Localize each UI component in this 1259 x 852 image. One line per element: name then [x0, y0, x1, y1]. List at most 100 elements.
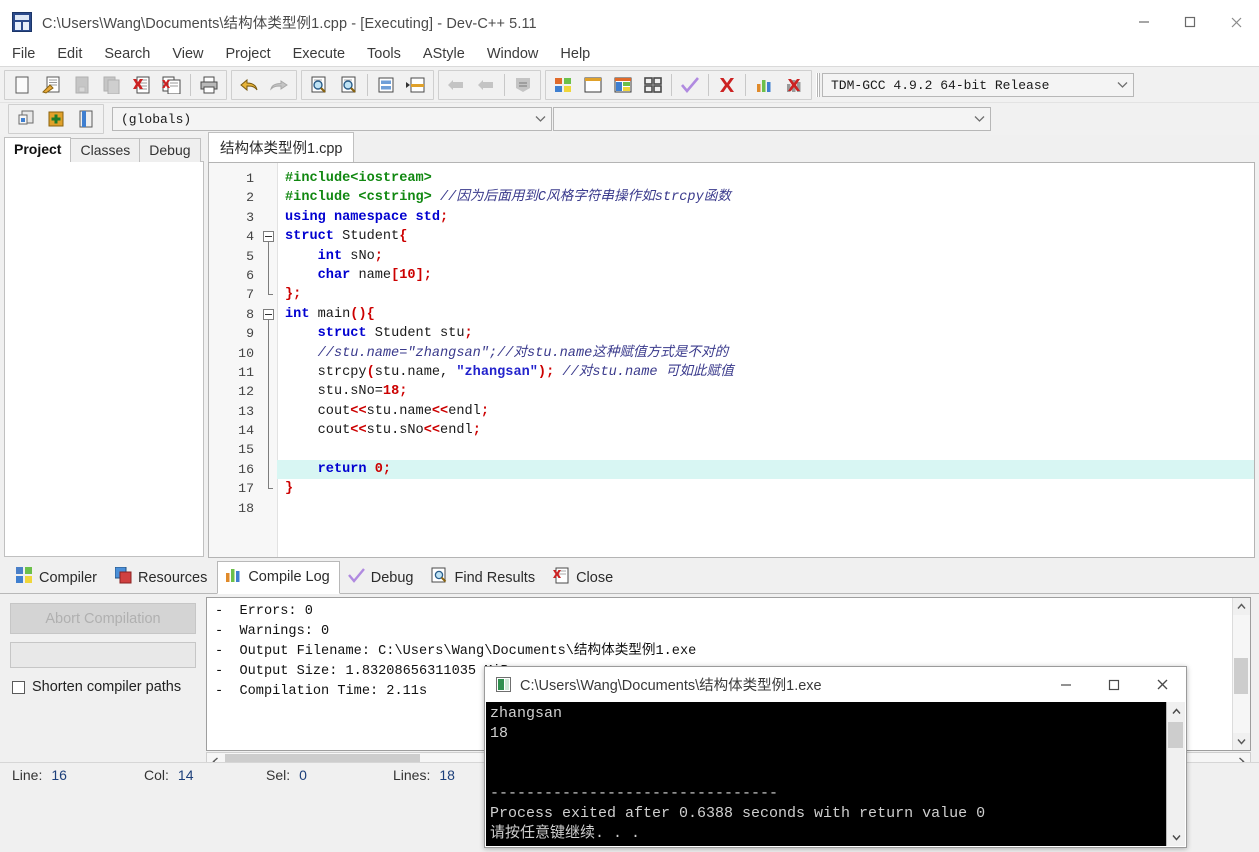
minimize-icon[interactable]: [1121, 0, 1167, 44]
compiler-select[interactable]: TDM-GCC 4.9.2 64-bit Release: [822, 73, 1134, 97]
compile-run-icon[interactable]: [608, 72, 638, 98]
menu-edit[interactable]: Edit: [47, 44, 92, 64]
code-text-area[interactable]: #include<iostream> #include <cstring> //因…: [277, 163, 1254, 557]
shorten-paths-checkbox[interactable]: [12, 680, 25, 694]
tab-resources[interactable]: Resources: [107, 562, 217, 594]
syntax-check-icon[interactable]: [675, 72, 705, 98]
code-line[interactable]: strcpy(stu.name, "zhangsan"); //对stu.nam…: [277, 363, 1254, 382]
close-all-icon[interactable]: [157, 72, 187, 98]
goto-line-icon[interactable]: [371, 72, 401, 98]
code-token: }: [285, 481, 294, 497]
menu-view[interactable]: View: [162, 44, 213, 64]
editor-tab-file[interactable]: 结构体类型例1.cpp: [208, 132, 355, 163]
code-token: <<: [423, 423, 441, 439]
open-file-icon[interactable]: [37, 72, 67, 98]
close-icon[interactable]: [1213, 0, 1259, 44]
menu-help[interactable]: Help: [550, 44, 600, 64]
code-line[interactable]: cout<<stu.name<<endl;: [277, 402, 1254, 421]
code-line[interactable]: return 0;: [277, 459, 1254, 480]
compile-icon[interactable]: [548, 72, 578, 98]
code-line[interactable]: #include <cstring> //因为后面用到C风格字符串操作如strc…: [277, 188, 1254, 207]
code-line[interactable]: //stu.name="zhangsan";//对stu.name这种赋值方式是…: [277, 344, 1254, 363]
class-select[interactable]: [553, 107, 991, 131]
console-window[interactable]: C:\Users\Wang\Documents\结构体类型例1.exe zhan…: [484, 666, 1187, 848]
stop-execution-icon[interactable]: [712, 72, 742, 98]
code-line[interactable]: int sNo;: [277, 247, 1254, 266]
code-line[interactable]: }: [277, 479, 1254, 498]
code-line[interactable]: };: [277, 285, 1254, 304]
goto-icon[interactable]: [71, 106, 101, 132]
menu-window[interactable]: Window: [477, 44, 549, 64]
menu-search[interactable]: Search: [94, 44, 160, 64]
tab-classes[interactable]: Classes: [70, 138, 141, 162]
code-line[interactable]: [277, 440, 1254, 459]
menu-execute[interactable]: Execute: [283, 44, 355, 64]
undo-icon[interactable]: [234, 72, 264, 98]
console-scroll-down-icon[interactable]: [1167, 828, 1185, 846]
save-file-icon[interactable]: [67, 72, 97, 98]
menu-astyle[interactable]: AStyle: [413, 44, 475, 64]
code-line[interactable]: struct Student{: [277, 227, 1254, 246]
menu-tools[interactable]: Tools: [357, 44, 411, 64]
code-line[interactable]: stu.sNo=18;: [277, 382, 1254, 401]
new-file-icon[interactable]: [7, 72, 37, 98]
code-line[interactable]: char name[10];: [277, 266, 1254, 285]
toolbar-grip[interactable]: [816, 73, 820, 97]
log-scroll-thumb[interactable]: [1234, 658, 1248, 694]
tab-debug-log[interactable]: Debug: [340, 562, 424, 594]
delete-profile-icon[interactable]: [779, 72, 809, 98]
insert-icon[interactable]: [11, 106, 41, 132]
shorten-paths-row[interactable]: Shorten compiler paths: [12, 679, 181, 695]
tab-close-panel[interactable]: Close: [545, 562, 623, 594]
back-icon[interactable]: [441, 72, 471, 98]
goto-function-icon[interactable]: [401, 72, 431, 98]
tab-find-results[interactable]: Find Results: [423, 562, 545, 594]
tab-compile-log[interactable]: Compile Log: [217, 561, 340, 594]
scope-select[interactable]: (globals): [112, 107, 552, 131]
code-line[interactable]: struct Student stu;: [277, 324, 1254, 343]
console-scrollbar[interactable]: [1166, 702, 1185, 846]
toolbar-divider: [745, 74, 746, 96]
menu-file[interactable]: File: [2, 44, 45, 64]
fold-toggle-icon[interactable]: [263, 231, 274, 243]
code-line[interactable]: int main(){: [277, 305, 1254, 324]
code-editor[interactable]: 1 2 3 4 5 6 7 8 9 10 11 12 13 14 15 16 17 18 #include<ios…: [208, 162, 1255, 558]
profile-icon[interactable]: [749, 72, 779, 98]
code-line[interactable]: cout<<stu.sNo<<endl;: [277, 421, 1254, 440]
code-folding-column[interactable]: [261, 163, 278, 557]
project-tree[interactable]: [4, 161, 204, 557]
scroll-up-icon[interactable]: [1233, 598, 1250, 615]
scroll-down-icon[interactable]: [1233, 733, 1250, 750]
save-all-icon[interactable]: [97, 72, 127, 98]
log-vertical-scrollbar[interactable]: [1232, 598, 1250, 750]
code-line[interactable]: using namespace std;: [277, 208, 1254, 227]
close-file-icon[interactable]: [127, 72, 157, 98]
replace-icon[interactable]: [334, 72, 364, 98]
tab-project[interactable]: Project: [4, 137, 72, 162]
run-icon[interactable]: [578, 72, 608, 98]
print-icon[interactable]: [194, 72, 224, 98]
menu-project[interactable]: Project: [216, 44, 281, 64]
code-token: sNo: [350, 248, 375, 264]
console-scroll-up-icon[interactable]: [1167, 702, 1185, 720]
maximize-icon[interactable]: [1167, 0, 1213, 44]
toggle-icon[interactable]: [41, 106, 71, 132]
tab-debug[interactable]: Debug: [139, 138, 201, 162]
redo-icon[interactable]: [264, 72, 294, 98]
console-scroll-thumb[interactable]: [1168, 722, 1183, 748]
console-maximize-icon[interactable]: [1090, 667, 1138, 702]
find-icon[interactable]: [304, 72, 334, 98]
console-output-area[interactable]: zhangsan 18 -----------------------------…: [486, 702, 1185, 846]
code-line[interactable]: [277, 499, 1254, 518]
toggle-bookmark-icon[interactable]: [508, 72, 538, 98]
console-close-icon[interactable]: [1138, 667, 1186, 702]
abort-compilation-button[interactable]: Abort Compilation: [10, 603, 196, 634]
forward-icon[interactable]: [471, 72, 501, 98]
fold-toggle-icon[interactable]: [263, 308, 274, 320]
rebuild-all-icon[interactable]: [638, 72, 668, 98]
code-token: ;: [464, 326, 473, 342]
code-line[interactable]: #include<iostream>: [277, 169, 1254, 188]
tab-compiler[interactable]: Compiler: [8, 562, 107, 594]
console-minimize-icon[interactable]: [1042, 667, 1090, 702]
